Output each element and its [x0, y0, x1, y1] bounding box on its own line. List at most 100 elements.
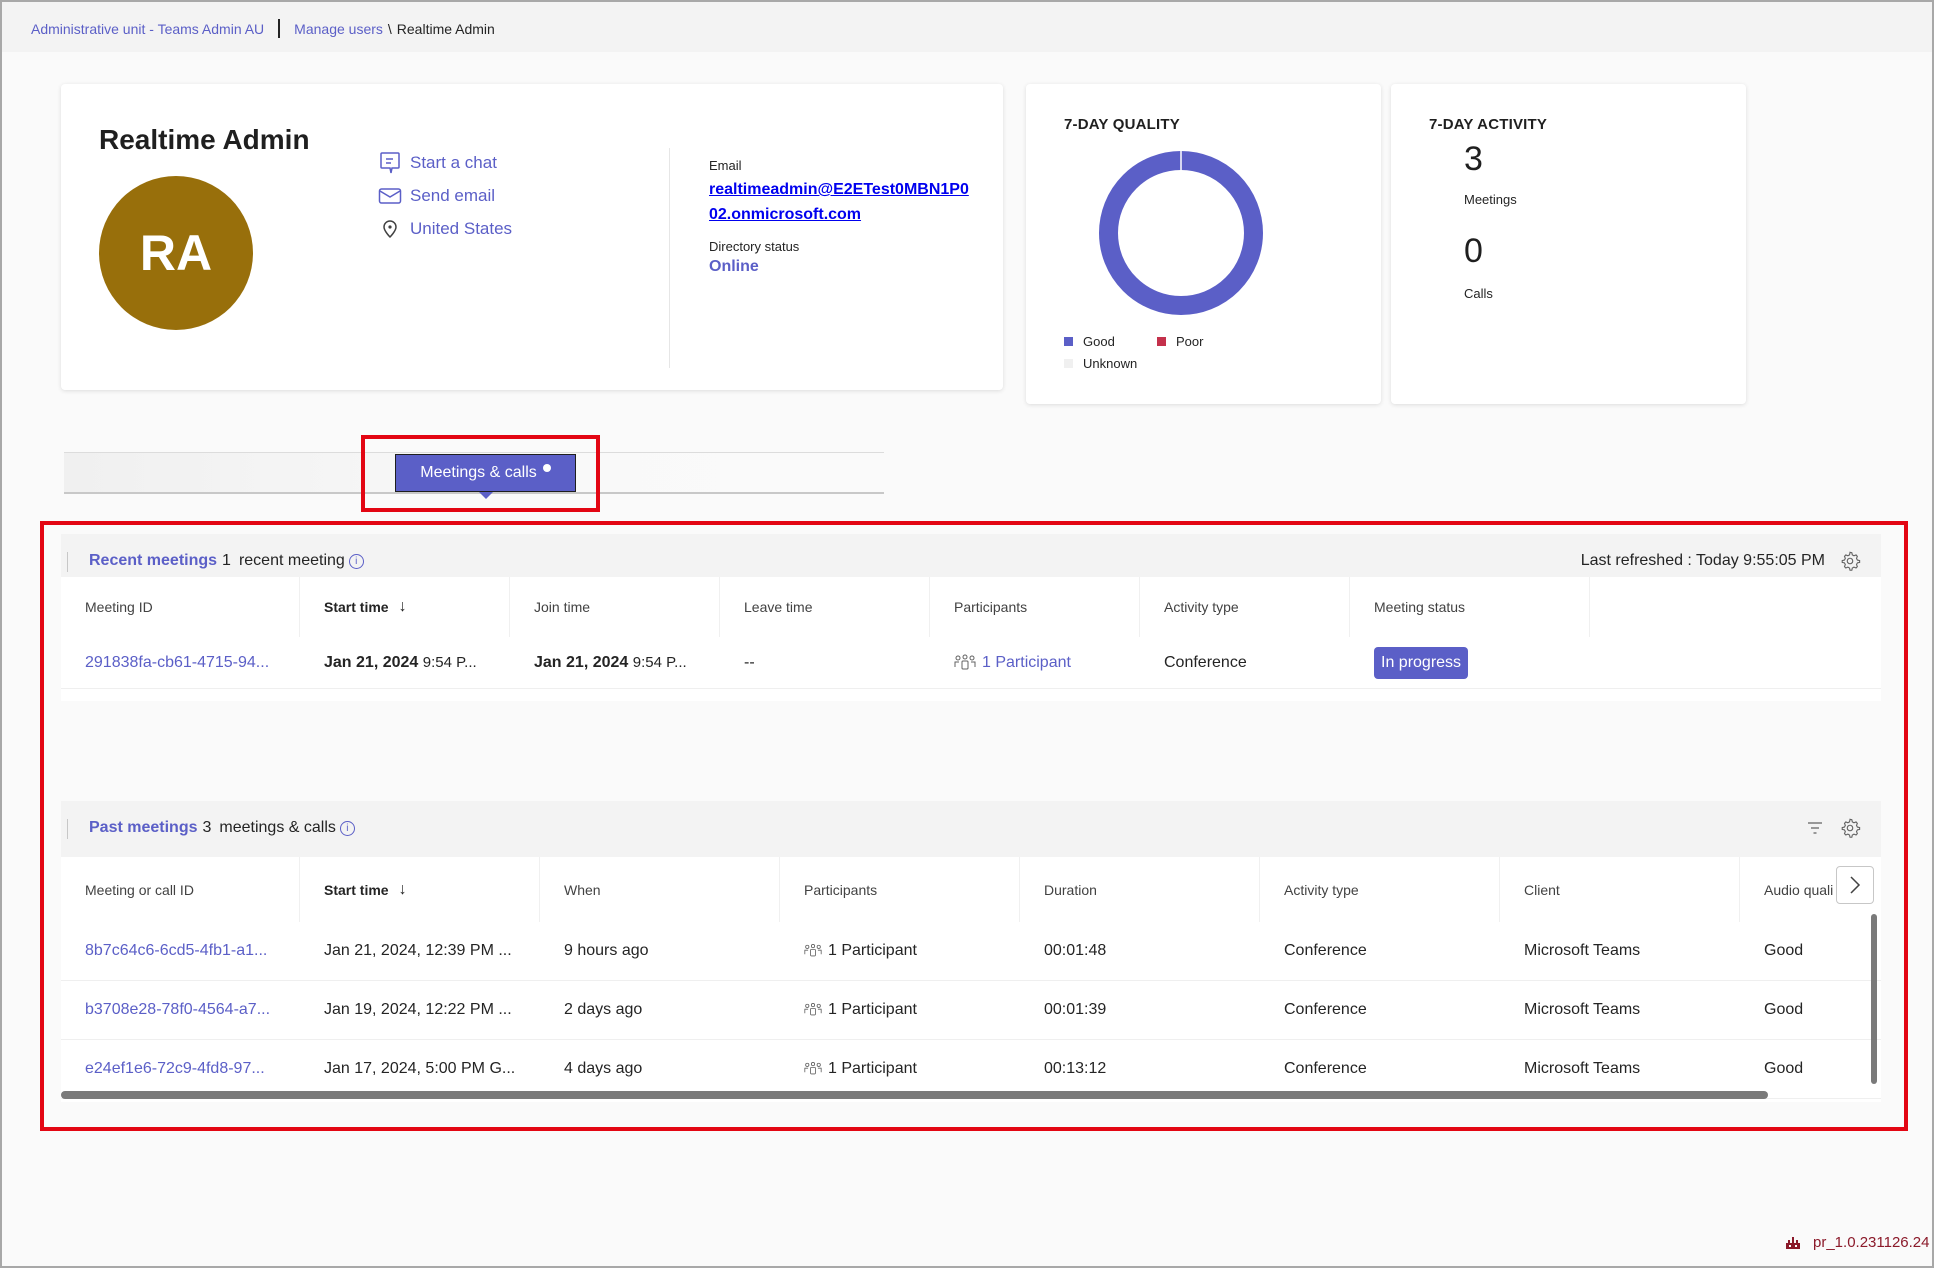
start-chat-label: Start a chat — [410, 152, 497, 172]
user-name: Realtime Admin — [99, 124, 310, 155]
col-meeting-status[interactable]: Meeting status — [1350, 577, 1590, 637]
breadcrumb-manage-users[interactable]: Manage users — [294, 21, 383, 37]
build-icon — [1786, 1236, 1800, 1249]
profile-actions: Start a chat Send email United States — [376, 146, 512, 245]
recent-meetings-table: Meeting ID Start time ↓ Join time Leave t… — [61, 577, 1881, 701]
sort-down-icon: ↓ — [398, 598, 407, 615]
horizontal-scrollbar[interactable] — [61, 1091, 1768, 1099]
col-meeting-call-id[interactable]: Meeting or call ID — [61, 857, 300, 922]
join-time: 9:54 P... — [632, 654, 687, 671]
col-participants[interactable]: Participants — [930, 577, 1140, 637]
avatar: RA — [99, 176, 253, 330]
contact-info: Email realtimeadmin@E2ETest0MBN1P002.onm… — [709, 158, 969, 276]
meeting-call-id-link[interactable]: e24ef1e6-72c9-4fd8-97... — [61, 1040, 300, 1098]
mail-icon — [376, 185, 404, 207]
scroll-right-button[interactable] — [1836, 866, 1874, 904]
avatar-initials: RA — [139, 225, 213, 281]
participants-count: 1 Participant — [828, 942, 917, 959]
when-cell: 4 days ago — [564, 1060, 643, 1077]
col-activity-type[interactable]: Activity type — [1140, 577, 1350, 637]
duration-cell: 00:13:12 — [1044, 1060, 1107, 1077]
info-icon[interactable]: i — [348, 553, 364, 569]
col-start-time[interactable]: Start time ↓ — [300, 577, 510, 637]
col-start-time[interactable]: Start time ↓ — [300, 857, 540, 922]
client-cell: Microsoft Teams — [1524, 1001, 1641, 1018]
past-meetings-table: Meeting or call ID Start time ↓ When Part… — [61, 857, 1881, 1102]
send-email-link[interactable]: Send email — [376, 179, 512, 212]
start-time-cell: Jan 17, 2024, 5:00 PM G... — [324, 1060, 516, 1077]
col-client[interactable]: Client — [1500, 857, 1740, 922]
join-time-cell: Jan 21, 2024 9:54 P... — [510, 637, 720, 688]
filter-icon[interactable] — [1805, 818, 1825, 838]
recent-meetings-label: Recent meetings — [89, 552, 218, 569]
breadcrumb-divider — [278, 19, 281, 38]
donut-slice-good — [1099, 151, 1263, 315]
participants-link[interactable]: 1 Participant — [930, 637, 1140, 688]
directory-status-value: Online — [709, 258, 759, 275]
info-icon[interactable]: i — [339, 820, 355, 836]
start-time: 9:54 P... — [422, 654, 477, 671]
meeting-call-id-link[interactable]: 8b7c64c6-6cd5-4fb1-a1... — [61, 922, 300, 980]
audio-quality-cell: Good — [1764, 1001, 1804, 1018]
email-link[interactable]: realtimeadmin@E2ETest0MBN1P002.onmicroso… — [709, 177, 969, 227]
audio-quality-cell: Good — [1764, 1060, 1804, 1077]
participants-cell: 1 Participant — [780, 1040, 1020, 1098]
version-label: pr_1.0.231126.24 — [1813, 1234, 1930, 1251]
when-cell: 2 days ago — [564, 1001, 643, 1018]
breadcrumb-admin-unit[interactable]: Administrative unit - Teams Admin AU — [31, 21, 264, 37]
quality-donut-chart — [1099, 150, 1263, 315]
col-start-time-label: Start time — [324, 599, 389, 615]
meeting-status-cell: In progress — [1350, 637, 1590, 688]
col-when[interactable]: When — [540, 857, 780, 922]
profile-card: Realtime Admin RA Start a chat Send emai… — [61, 84, 1003, 390]
col-activity-type[interactable]: Activity type — [1260, 857, 1500, 922]
recent-meetings-count: 1 — [222, 552, 231, 569]
legend-label-good: Good — [1083, 334, 1115, 349]
location-icon — [376, 218, 404, 240]
settings-gear-icon[interactable] — [1839, 817, 1861, 839]
client-cell: Microsoft Teams — [1524, 942, 1641, 959]
col-join-time[interactable]: Join time — [510, 577, 720, 637]
version-info: pr_1.0.231126.24 — [1785, 1234, 1930, 1251]
past-meetings-label: Past meetings — [89, 819, 198, 836]
email-label: Email — [709, 158, 742, 173]
location-link[interactable]: United States — [376, 212, 512, 245]
duration-cell: 00:01:39 — [1044, 1001, 1107, 1018]
directory-status-label: Directory status — [709, 239, 800, 254]
activity-type-cell: Conference — [1164, 653, 1247, 671]
meeting-id-link[interactable]: 291838fa-cb61-4715-94... — [61, 637, 300, 688]
col-leave-time[interactable]: Leave time — [720, 577, 930, 637]
meetings-count: 3 — [1464, 140, 1483, 178]
quality-card: 7-DAY QUALITY Good Poor Unknown — [1026, 84, 1381, 404]
breadcrumb: Administrative unit - Teams Admin AU Man… — [31, 19, 495, 38]
leave-time-cell: -- — [744, 653, 755, 671]
participants-cell: 1 Participant — [780, 922, 1020, 980]
calls-count: 0 — [1464, 232, 1483, 270]
col-duration[interactable]: Duration — [1020, 857, 1260, 922]
table-row[interactable]: 8b7c64c6-6cd5-4fb1-a1... Jan 21, 2024, 12… — [61, 922, 1881, 981]
chat-icon — [376, 151, 404, 174]
settings-gear-icon[interactable] — [1839, 550, 1861, 572]
last-refreshed: Last refreshed : Today 9:55:05 PM — [1580, 552, 1825, 569]
profile-divider — [669, 148, 670, 368]
start-date: Jan 21, 2024 — [324, 653, 419, 671]
people-icon — [804, 1062, 822, 1075]
start-chat-link[interactable]: Start a chat — [376, 146, 512, 179]
col-meeting-id[interactable]: Meeting ID — [61, 577, 300, 637]
people-icon — [954, 654, 976, 669]
participants-count: 1 Participant — [982, 653, 1071, 671]
when-cell: 9 hours ago — [564, 942, 649, 959]
participants-cell: 1 Participant — [780, 981, 1020, 1039]
meeting-call-id-link[interactable]: b3708e28-78f0-4564-a7... — [61, 981, 300, 1039]
table-row[interactable]: 291838fa-cb61-4715-94... Jan 21, 2024 9:… — [61, 637, 1881, 689]
people-icon — [804, 944, 822, 957]
legend-label-unknown: Unknown — [1083, 356, 1138, 371]
top-bar: Administrative unit - Teams Admin AU Man… — [2, 2, 1932, 52]
col-participants[interactable]: Participants — [780, 857, 1020, 922]
recent-meetings-title: Recent meetings 1 recent meeting i — [89, 552, 364, 570]
activity-title: 7-DAY ACTIVITY — [1429, 116, 1548, 133]
table-row[interactable]: b3708e28-78f0-4564-a7... Jan 19, 2024, 12… — [61, 981, 1881, 1040]
legend-item-poor: Poor — [1157, 334, 1203, 349]
duration-cell: 00:01:48 — [1044, 942, 1107, 959]
vertical-scrollbar[interactable] — [1871, 914, 1877, 1084]
